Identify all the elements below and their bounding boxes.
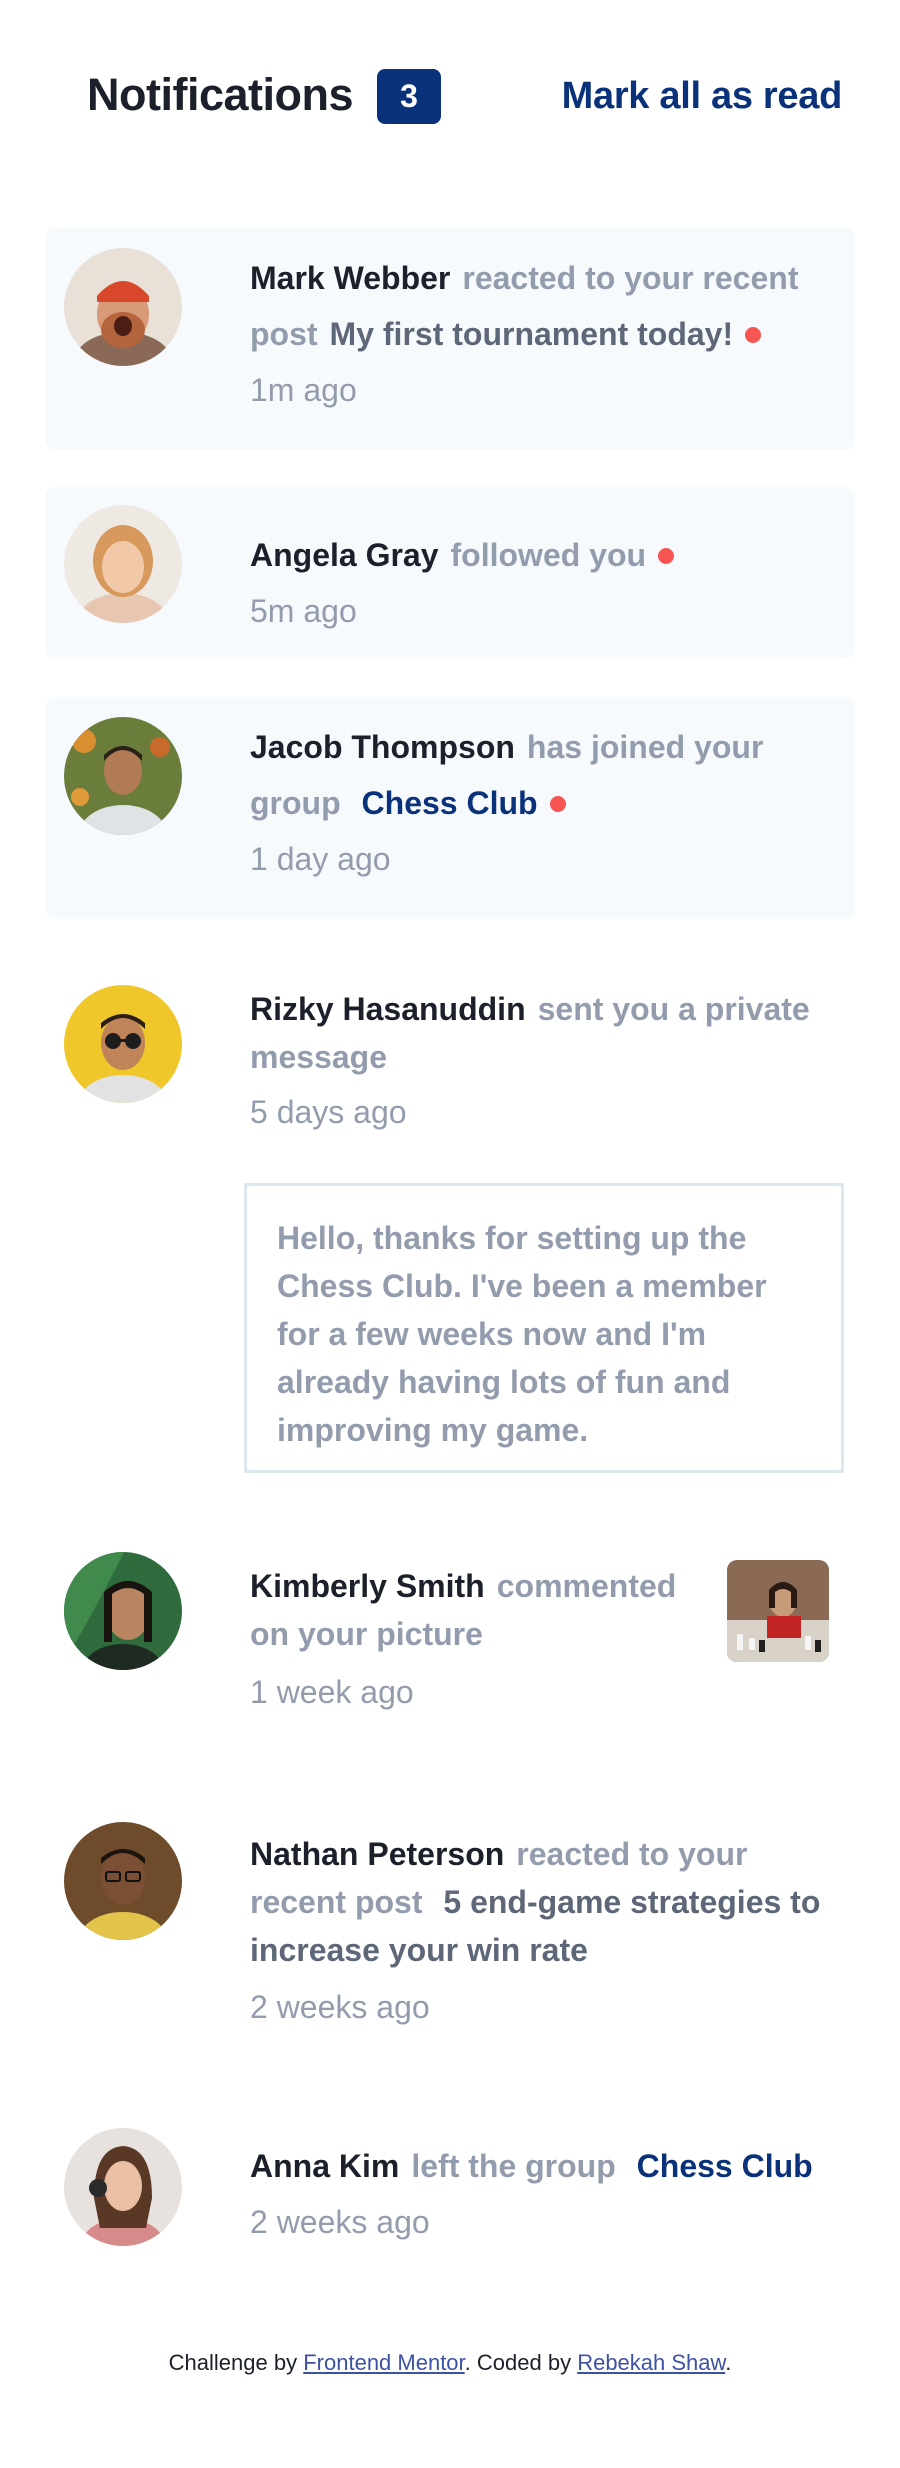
user-name[interactable]: Mark Webber xyxy=(250,260,450,296)
notification-item[interactable]: Rizky Hasanuddin sent you a private messa… xyxy=(45,965,855,1485)
notification-action: left the group xyxy=(411,2148,616,2184)
notification-content: Anna Kim left the group Chess Club 2 week… xyxy=(250,2138,847,2250)
notification-time: 1 day ago xyxy=(250,841,391,877)
notification-item[interactable]: Kimberly Smith commented on your picture … xyxy=(45,1540,855,1740)
notification-time: 1 week ago xyxy=(250,1674,414,1710)
user-name[interactable]: Jacob Thompson xyxy=(250,729,515,765)
user-name[interactable]: Nathan Peterson xyxy=(250,1836,504,1872)
notification-time: 1m ago xyxy=(250,372,357,408)
notification-content: Angela Gray followed you 5m ago xyxy=(250,527,847,639)
user-name[interactable]: Rizky Hasanuddin xyxy=(250,991,526,1027)
unread-dot-icon xyxy=(745,326,762,343)
notification-content: Nathan Peterson reacted to your recent po… xyxy=(250,1830,847,2040)
footer-suffix: . xyxy=(725,2350,732,2375)
user-name[interactable]: Kimberly Smith xyxy=(250,1568,485,1604)
notification-action: followed you xyxy=(450,537,647,573)
notification-item[interactable]: Jacob Thompson has joined your group Ches… xyxy=(45,697,855,919)
avatar-jacob-thompson[interactable] xyxy=(64,717,182,835)
footer-middle: . Coded by xyxy=(464,2350,572,2375)
notification-time: 2 weeks ago xyxy=(250,1989,430,2025)
avatar-anna-kim[interactable] xyxy=(64,2128,182,2246)
group-link[interactable]: Chess Club xyxy=(637,2148,813,2184)
notification-content: Jacob Thompson has joined your group Ches… xyxy=(250,719,847,887)
user-name[interactable]: Anna Kim xyxy=(250,2148,399,2184)
frontend-mentor-link[interactable]: Frontend Mentor xyxy=(303,2350,464,2375)
notification-content: Kimberly Smith commented on your picture … xyxy=(250,1562,685,1726)
page-title: Notifications xyxy=(87,69,354,120)
attribution-footer: Challenge by Frontend Mentor. Coded by R… xyxy=(0,2350,900,2376)
notification-time: 5m ago xyxy=(250,593,357,629)
notification-time: 5 days ago xyxy=(250,1094,407,1130)
unread-dot-icon xyxy=(658,547,675,564)
user-name[interactable]: Angela Gray xyxy=(250,537,439,573)
author-link[interactable]: Rebekah Shaw xyxy=(577,2350,725,2375)
notification-item[interactable]: Angela Gray followed you 5m ago xyxy=(45,487,855,659)
private-message-box[interactable]: Hello, thanks for setting up the Chess C… xyxy=(244,1183,844,1473)
group-link[interactable]: Chess Club xyxy=(362,785,538,821)
avatar-rizky-hasanuddin[interactable] xyxy=(64,985,182,1103)
avatar-nathan-peterson[interactable] xyxy=(64,1822,182,1940)
mark-all-as-read-button[interactable]: Mark all as read xyxy=(562,66,843,126)
post-link[interactable]: My first tournament today! xyxy=(330,316,734,352)
avatar-mark-webber[interactable] xyxy=(64,248,182,366)
notification-item[interactable]: Mark Webber reacted to your recent post My… xyxy=(45,228,855,450)
notification-item[interactable]: Anna Kim left the group Chess Club 2 week… xyxy=(45,2110,855,2290)
notification-item[interactable]: Nathan Peterson reacted to your recent po… xyxy=(45,1798,855,2058)
footer-prefix: Challenge by xyxy=(168,2350,298,2375)
notification-content: Mark Webber reacted to your recent post My… xyxy=(250,250,847,418)
unread-count-badge: 3 xyxy=(377,69,441,124)
avatar-angela-gray[interactable] xyxy=(64,505,182,623)
notification-time: 2 weeks ago xyxy=(250,2204,430,2240)
commented-picture-thumbnail[interactable] xyxy=(727,1560,829,1662)
header: Notifications 3 Mark all as read xyxy=(87,66,842,124)
unread-dot-icon xyxy=(549,795,566,812)
avatar-kimberly-smith[interactable] xyxy=(64,1552,182,1670)
notification-content: Rizky Hasanuddin sent you a private messa… xyxy=(250,985,847,1143)
